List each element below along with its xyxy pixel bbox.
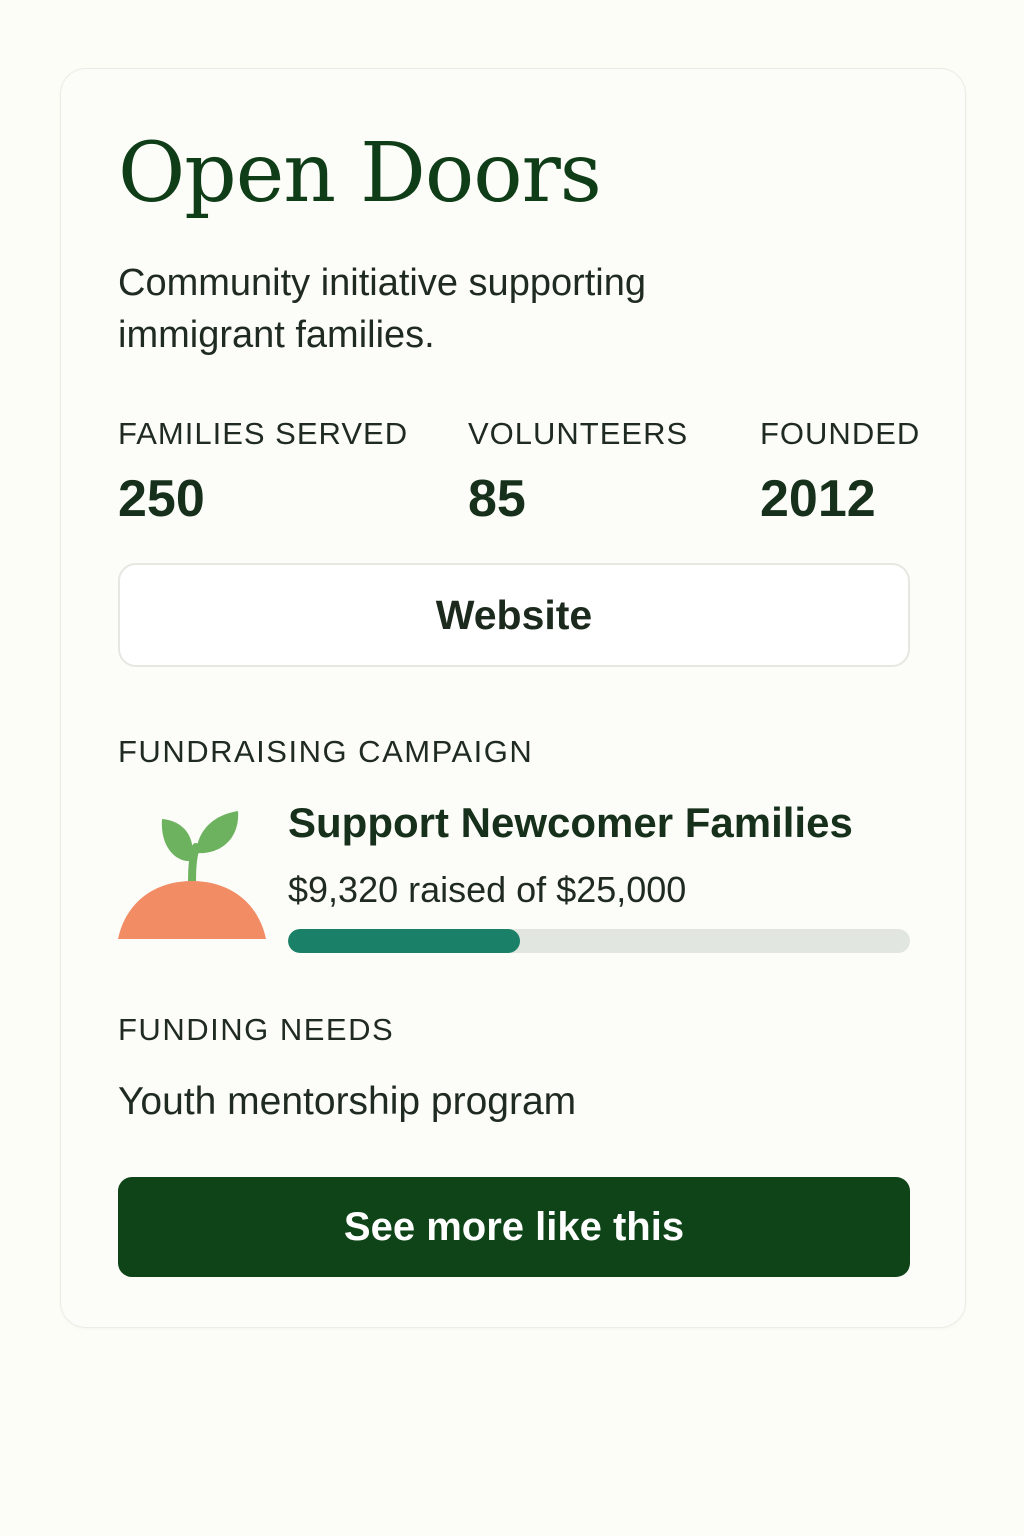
org-name: Open Doors — [118, 126, 602, 221]
organization-card: Open Doors Community initiative supporti… — [60, 68, 966, 1328]
org-description: Community initiative supporting immigran… — [118, 262, 647, 356]
stat-label: FOUNDED — [760, 416, 921, 451]
stat-founded: FOUNDED 2012 — [760, 416, 921, 528]
campaign-title: Support Newcomer Families — [288, 799, 853, 846]
campaign-progress-bar — [288, 929, 910, 953]
stat-families-served: FAMILIES SERVED 250 — [118, 416, 409, 528]
campaign-progress-fill — [288, 929, 520, 953]
funding-needs-text: Youth mentorship program — [118, 1080, 577, 1123]
stat-label: VOLUNTEERS — [468, 416, 689, 451]
sprout-icon — [118, 811, 266, 939]
campaign-raised-text: $9,320 raised of $25,000 — [288, 869, 687, 910]
stat-volunteers: VOLUNTEERS 85 — [468, 416, 689, 528]
stat-value: 2012 — [760, 470, 876, 528]
website-button[interactable]: Website — [118, 563, 910, 667]
stat-value: 250 — [118, 470, 205, 528]
stat-value: 85 — [468, 470, 526, 528]
stat-label: FAMILIES SERVED — [118, 416, 409, 451]
fundraising-campaign-heading: FUNDRAISING CAMPAIGN — [118, 734, 534, 769]
funding-needs-heading: FUNDING NEEDS — [118, 1012, 395, 1047]
see-more-button[interactable]: See more like this — [118, 1177, 910, 1277]
